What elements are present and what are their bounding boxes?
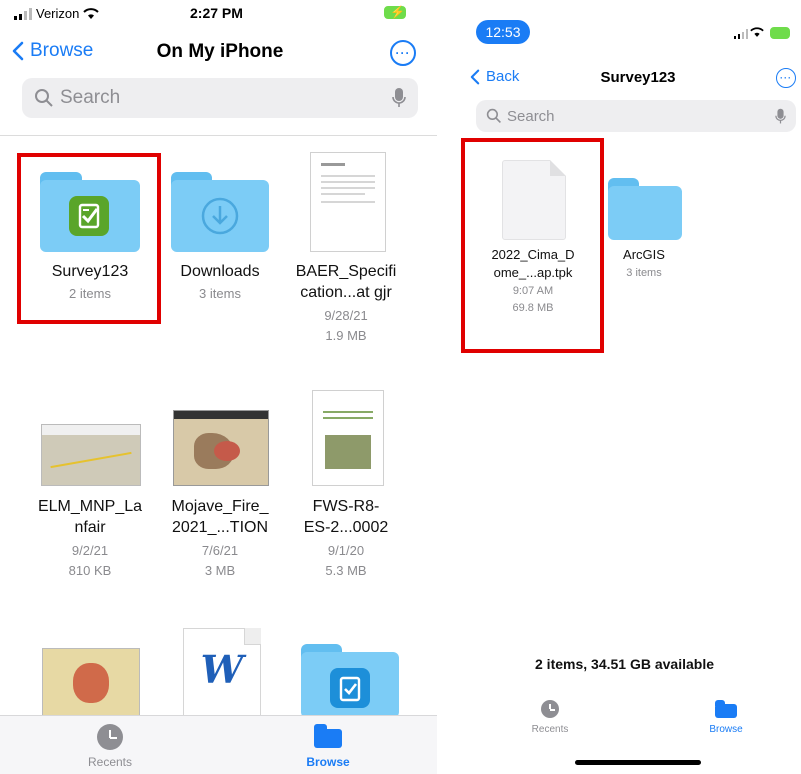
word-icon: W xyxy=(200,647,244,692)
wifi-icon xyxy=(750,27,764,37)
item-name: Survey123 xyxy=(51,263,129,280)
more-options-button[interactable]: ··· xyxy=(776,68,796,88)
item-date: 9/2/21 xyxy=(71,543,109,558)
more-options-button[interactable]: ··· xyxy=(390,40,416,66)
app-folder[interactable] xyxy=(301,644,399,718)
tab-browse-label: Browse xyxy=(709,724,743,735)
divider xyxy=(0,135,437,136)
map-thumbnail xyxy=(173,410,269,486)
search-placeholder: Search xyxy=(60,87,121,108)
microphone-icon[interactable] xyxy=(392,87,406,109)
clipboard-app-icon xyxy=(330,668,370,708)
chevron-left-icon xyxy=(12,41,24,61)
item-name-line1: BAER_Specifi xyxy=(295,263,397,280)
document-thumbnail xyxy=(312,390,384,486)
signal-icon xyxy=(14,7,32,20)
signal-icon xyxy=(734,29,748,39)
item-meta: 2 items xyxy=(69,286,111,301)
back-button[interactable]: Browse xyxy=(12,40,93,62)
download-icon xyxy=(200,196,240,236)
item-size: 1.9 MB xyxy=(325,328,367,343)
back-label: Browse xyxy=(30,40,94,61)
item-time: 9:07 AM xyxy=(512,285,554,297)
microphone-icon[interactable] xyxy=(775,108,786,125)
item-name-line1: 2022_Cima_D xyxy=(491,247,575,262)
battery-icon xyxy=(770,27,790,39)
folder-icon xyxy=(608,178,682,240)
status-left: Verizon xyxy=(14,6,100,21)
folder-icon xyxy=(715,700,737,718)
tab-browse-label: Browse xyxy=(306,755,350,769)
back-label: Back xyxy=(486,68,520,85)
downloads-folder[interactable]: Downloads 3 items xyxy=(171,170,269,310)
elm-mnp-document[interactable]: ELM_MNP_La nfair 9/2/21 810 KB xyxy=(30,420,150,590)
search-field[interactable]: Search xyxy=(22,78,418,118)
item-size: 69.8 MB xyxy=(512,302,554,314)
tpk-file[interactable]: 2022_Cima_D ome_...ap.tpk 9:07 AM 69.8 M… xyxy=(478,160,588,330)
item-name-line1: ELM_MNP_La xyxy=(37,498,143,515)
arcgis-folder[interactable]: ArcGIS 3 items xyxy=(604,178,684,288)
item-name-line2: ome_...ap.tpk xyxy=(493,265,573,280)
search-icon xyxy=(35,89,53,107)
tab-recents[interactable]: Recents xyxy=(70,724,150,769)
charging-icon: ⚡ xyxy=(390,5,405,19)
survey123-folder[interactable]: Survey123 2 items xyxy=(40,170,140,310)
tab-bar: Recents Browse xyxy=(0,715,437,774)
item-meta: 3 items xyxy=(626,267,662,279)
search-field[interactable]: Search xyxy=(476,100,796,132)
wifi-icon xyxy=(83,7,100,19)
page-title: Survey123 xyxy=(600,69,676,86)
chevron-left-icon xyxy=(470,69,480,84)
item-name: ArcGIS xyxy=(623,247,665,262)
page-title: On My iPhone xyxy=(156,41,284,62)
survey123-app-icon xyxy=(69,196,109,236)
carrier-name: Verizon xyxy=(36,6,80,21)
item-date: 9/1/20 xyxy=(327,543,365,558)
back-button[interactable]: Back xyxy=(470,68,519,85)
tab-recents[interactable]: Recents xyxy=(518,700,582,735)
tab-recents-label: Recents xyxy=(87,755,133,769)
fws-r8-document[interactable]: FWS-R8- ES-2...0002 9/1/20 5.3 MB xyxy=(296,388,396,590)
right-screen: 12:53 Back Survey123 ··· Search 2022_Cim… xyxy=(448,0,801,774)
baer-document[interactable]: BAER_Specifi cation...at gjr 9/28/21 1.9… xyxy=(296,152,396,352)
folder-icon xyxy=(40,172,140,252)
folder-icon xyxy=(314,724,342,748)
document-thumbnail xyxy=(310,152,386,252)
item-name: Downloads xyxy=(180,263,260,280)
search-icon xyxy=(486,108,501,123)
tab-browse[interactable]: Browse xyxy=(288,724,368,769)
item-size: 3 MB xyxy=(204,563,236,578)
map-document-thumbnail[interactable] xyxy=(42,648,140,720)
clock-icon xyxy=(541,700,559,718)
item-date: 9/28/21 xyxy=(324,308,368,323)
item-name-line2: nfair xyxy=(74,519,106,536)
status-time-pill: 12:53 xyxy=(476,20,530,44)
tab-recents-label: Recents xyxy=(531,724,569,735)
item-meta: 3 items xyxy=(199,286,241,301)
search-placeholder: Search xyxy=(507,107,555,125)
item-name-line1: Mojave_Fire_ xyxy=(171,498,269,515)
item-date: 7/6/21 xyxy=(201,543,239,558)
home-indicator xyxy=(575,760,701,765)
item-name-line2: 2021_...TION xyxy=(171,519,269,536)
item-name-line2: cation...at gjr xyxy=(300,284,392,301)
left-screen: Verizon 2:27 PM ⚡ Browse On My iPhone ··… xyxy=(0,0,437,774)
word-document[interactable]: W xyxy=(183,628,261,720)
item-size: 5.3 MB xyxy=(325,563,367,578)
clock-icon xyxy=(97,724,123,750)
item-name-line1: FWS-R8- xyxy=(312,498,380,515)
folder-icon xyxy=(171,172,269,252)
mojave-fire-document[interactable]: Mojave_Fire_ 2021_...TION 7/6/21 3 MB xyxy=(160,406,280,590)
map-thumbnail xyxy=(41,424,141,486)
item-size: 810 KB xyxy=(68,563,112,578)
file-icon xyxy=(502,160,566,240)
item-name-line2: ES-2...0002 xyxy=(303,519,389,536)
storage-summary: 2 items, 34.51 GB available xyxy=(535,656,714,672)
tab-browse[interactable]: Browse xyxy=(694,700,758,735)
status-time: 2:27 PM xyxy=(190,5,243,21)
